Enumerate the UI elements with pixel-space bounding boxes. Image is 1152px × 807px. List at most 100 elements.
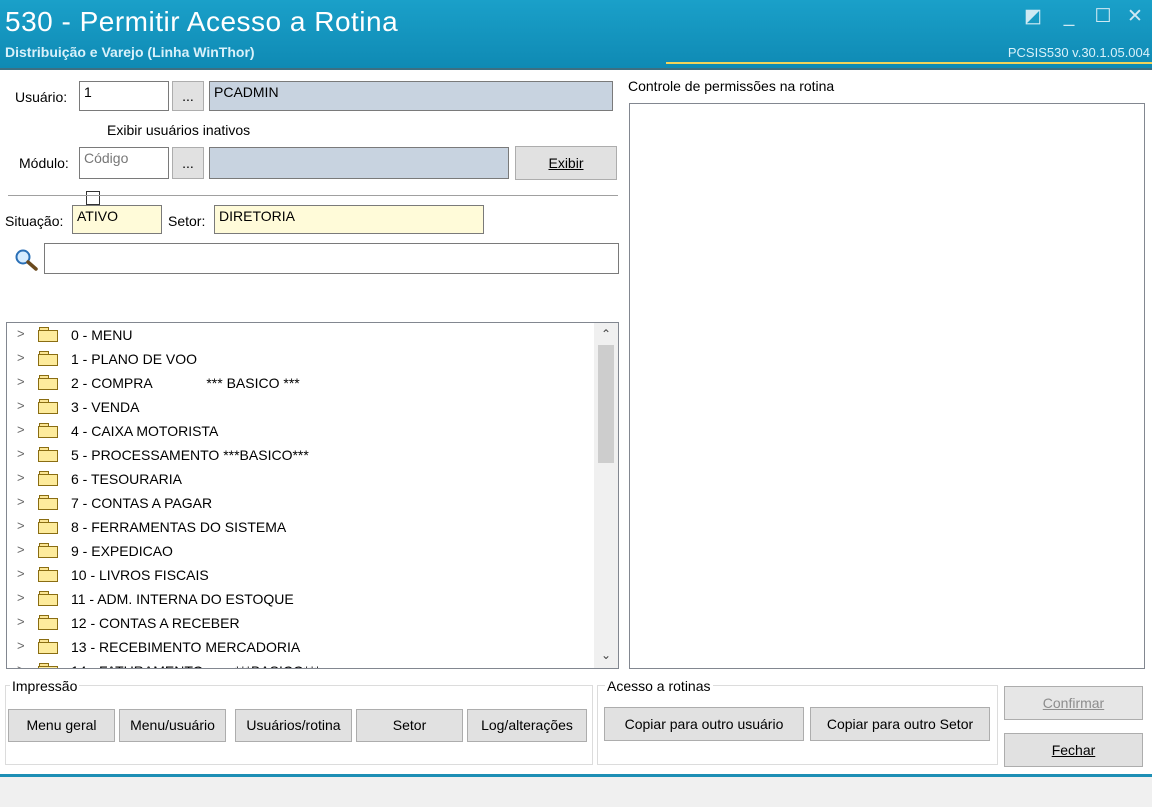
title-accent-stripe bbox=[666, 62, 1152, 64]
tree-item[interactable]: >8 - FERRAMENTAS DO SISTEMA bbox=[7, 515, 594, 539]
chevron-right-icon[interactable]: > bbox=[17, 326, 31, 341]
exibir-inativos-label: Exibir usuários inativos bbox=[107, 122, 251, 138]
title-bar: 530 - Permitir Acesso a Rotina Distribui… bbox=[0, 0, 1152, 68]
tree-item[interactable]: >14 - FATURAMENTO ***BASICO*** bbox=[7, 659, 594, 668]
tree-item[interactable]: >7 - CONTAS A PAGAR bbox=[7, 491, 594, 515]
tree-item-label: 10 - LIVROS FISCAIS bbox=[71, 567, 209, 583]
fechar-button[interactable]: Fechar bbox=[1004, 733, 1143, 767]
scroll-thumb[interactable] bbox=[598, 345, 614, 463]
permissions-label: Controle de permissões na rotina bbox=[628, 78, 835, 94]
folder-icon bbox=[38, 591, 58, 606]
copiar-usuario-button[interactable]: Copiar para outro usuário bbox=[604, 707, 804, 741]
exibir-button[interactable]: Exibir bbox=[515, 146, 617, 180]
tree-item[interactable]: >6 - TESOURARIA bbox=[7, 467, 594, 491]
setor-field: DIRETORIA bbox=[214, 205, 484, 234]
chevron-right-icon[interactable]: > bbox=[17, 470, 31, 485]
chevron-right-icon[interactable]: > bbox=[17, 590, 31, 605]
tree-item-label: 11 - ADM. INTERNA DO ESTOQUE bbox=[71, 591, 294, 607]
chevron-right-icon[interactable]: > bbox=[17, 422, 31, 437]
tree-item[interactable]: >9 - EXPEDICAO bbox=[7, 539, 594, 563]
chevron-right-icon[interactable]: > bbox=[17, 446, 31, 461]
setor-button[interactable]: Setor bbox=[356, 709, 463, 742]
scroll-down-icon[interactable]: ⌄ bbox=[594, 646, 618, 664]
log-alteracoes-button[interactable]: Log/alterações bbox=[467, 709, 587, 742]
exibir-label: Exibir bbox=[548, 155, 584, 171]
folder-icon bbox=[38, 447, 58, 462]
search-input[interactable] bbox=[44, 243, 619, 274]
tree-item-label: 13 - RECEBIMENTO MERCADORIA bbox=[71, 639, 301, 655]
copiar-setor-button[interactable]: Copiar para outro Setor bbox=[810, 707, 990, 741]
chevron-right-icon[interactable]: > bbox=[17, 494, 31, 509]
chevron-right-icon[interactable]: > bbox=[17, 638, 31, 653]
maximize-icon[interactable]: ☐ bbox=[1092, 6, 1114, 28]
tree-item[interactable]: >11 - ADM. INTERNA DO ESTOQUE bbox=[7, 587, 594, 611]
acesso-label: Acesso a rotinas bbox=[605, 678, 713, 694]
situacao-field: ATIVO bbox=[72, 205, 162, 234]
chevron-right-icon[interactable]: > bbox=[17, 518, 31, 533]
tree-item-label: 5 - PROCESSAMENTO ***BASICO*** bbox=[71, 447, 309, 463]
exibir-inativos-checkbox[interactable] bbox=[86, 191, 100, 205]
tree-item-label: 6 - TESOURARIA bbox=[71, 471, 182, 487]
folder-icon bbox=[38, 471, 58, 486]
usuario-code-input[interactable]: 1 bbox=[79, 81, 169, 111]
tree-item-label: 4 - CAIXA MOTORISTA bbox=[71, 423, 219, 439]
tree-item[interactable]: >1 - PLANO DE VOO bbox=[7, 347, 594, 371]
chevron-right-icon[interactable]: > bbox=[17, 350, 31, 365]
tree-item-label: 3 - VENDA bbox=[71, 399, 140, 415]
setor-label: Setor: bbox=[168, 213, 206, 229]
menu-geral-button[interactable]: Menu geral bbox=[8, 709, 115, 742]
restore-icon[interactable]: ◩ bbox=[1022, 6, 1044, 28]
tree-scrollbar[interactable]: ⌃ ⌄ bbox=[594, 323, 618, 668]
modulo-placeholder: Código bbox=[84, 150, 129, 166]
folder-icon bbox=[38, 375, 58, 390]
status-bar bbox=[0, 777, 1152, 807]
tree-item[interactable]: >10 - LIVROS FISCAIS bbox=[7, 563, 594, 587]
form-separator bbox=[8, 195, 618, 196]
tree-item-label: 12 - CONTAS A RECEBER bbox=[71, 615, 240, 631]
confirmar-label: Confirmar bbox=[1042, 695, 1105, 711]
menu-usuario-button[interactable]: Menu/usuário bbox=[119, 709, 226, 742]
window-title: 530 - Permitir Acesso a Rotina bbox=[5, 6, 399, 37]
usuario-label: Usuário: bbox=[15, 89, 68, 105]
menu-tree[interactable]: >0 - MENU >1 - PLANO DE VOO >2 - COMPRA **… bbox=[6, 322, 619, 669]
tree-item[interactable]: >0 - MENU bbox=[7, 323, 594, 347]
folder-icon bbox=[38, 543, 58, 558]
permissions-panel[interactable] bbox=[629, 103, 1145, 669]
folder-icon bbox=[38, 423, 58, 438]
usuario-name-field: PCADMIN bbox=[209, 81, 613, 111]
tree-item[interactable]: >12 - CONTAS A RECEBER bbox=[7, 611, 594, 635]
tree-item[interactable]: >3 - VENDA bbox=[7, 395, 594, 419]
impressao-label: Impressão bbox=[10, 678, 80, 694]
minimize-icon[interactable]: _ bbox=[1058, 6, 1080, 28]
chevron-right-icon[interactable]: > bbox=[17, 374, 31, 389]
tree-item-label: 9 - EXPEDICAO bbox=[71, 543, 173, 559]
modulo-code-input[interactable]: Código bbox=[79, 147, 169, 179]
chevron-right-icon[interactable]: > bbox=[17, 398, 31, 413]
scroll-up-icon[interactable]: ⌃ bbox=[594, 325, 618, 343]
confirmar-button[interactable]: Confirmar bbox=[1004, 686, 1143, 720]
usuario-browse-button[interactable]: ... bbox=[172, 81, 204, 111]
chevron-right-icon[interactable]: > bbox=[17, 614, 31, 629]
fechar-label: Fechar bbox=[1051, 742, 1096, 758]
folder-icon bbox=[38, 615, 58, 630]
situacao-label: Situação: bbox=[5, 213, 64, 229]
version-label: PCSIS530 v.30.1.05.004 bbox=[1007, 45, 1150, 60]
tree-item[interactable]: >4 - CAIXA MOTORISTA bbox=[7, 419, 594, 443]
folder-icon bbox=[38, 399, 58, 414]
menu-tree-list: >0 - MENU >1 - PLANO DE VOO >2 - COMPRA **… bbox=[7, 323, 594, 668]
folder-icon bbox=[38, 567, 58, 582]
tree-item[interactable]: >2 - COMPRA *** BASICO *** bbox=[7, 371, 594, 395]
chevron-right-icon[interactable]: > bbox=[17, 542, 31, 557]
tree-item-label: 0 - MENU bbox=[71, 327, 133, 343]
folder-icon bbox=[38, 639, 58, 654]
usuarios-rotina-button[interactable]: Usuários/rotina bbox=[235, 709, 352, 742]
tree-item[interactable]: >5 - PROCESSAMENTO ***BASICO*** bbox=[7, 443, 594, 467]
tree-item-label: 7 - CONTAS A PAGAR bbox=[71, 495, 213, 511]
modulo-browse-button[interactable]: ... bbox=[172, 147, 204, 179]
chevron-right-icon[interactable]: > bbox=[17, 662, 31, 668]
tree-item[interactable]: >13 - RECEBIMENTO MERCADORIA bbox=[7, 635, 594, 659]
tree-item-label: 8 - FERRAMENTAS DO SISTEMA bbox=[71, 519, 287, 535]
chevron-right-icon[interactable]: > bbox=[17, 566, 31, 581]
close-icon[interactable]: ✕ bbox=[1124, 6, 1146, 28]
modulo-name-field bbox=[209, 147, 509, 179]
